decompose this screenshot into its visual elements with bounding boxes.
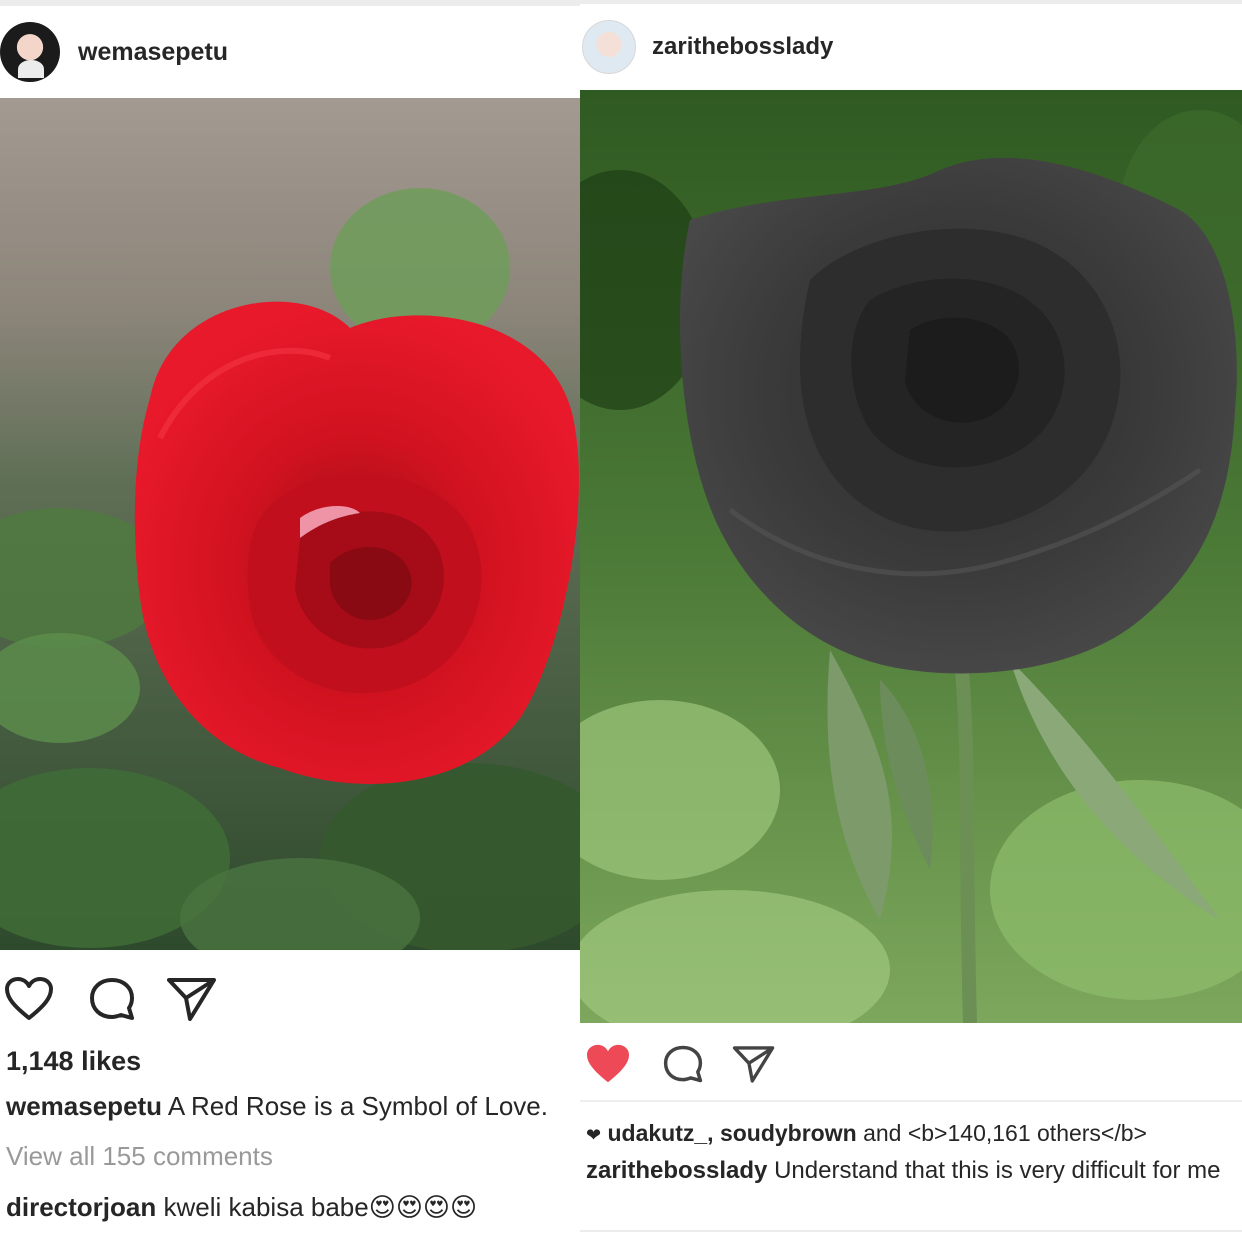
post-header: wemasepetu — [0, 0, 580, 98]
action-bar — [4, 975, 218, 1027]
caption-text: Understand that this is very difficult f… — [774, 1157, 1221, 1184]
liked-by: ❤ udakutz_, soudybrown and <b>140,161 ot… — [586, 1120, 1147, 1147]
view-all-comments-link[interactable]: View all 155 comments — [6, 1141, 273, 1172]
username[interactable]: zarithebosslady — [652, 33, 833, 61]
post-image-red-rose[interactable] — [0, 98, 580, 950]
small-heart-icon: ❤ — [586, 1125, 602, 1145]
caption-text: A Red Rose is a Symbol of Love. — [167, 1091, 548, 1121]
username[interactable]: wemasepetu — [78, 38, 228, 67]
liked-by-others[interactable]: <b>140,161 others</b> — [908, 1120, 1147, 1146]
heart-outline-icon[interactable] — [4, 976, 54, 1027]
share-icon[interactable] — [732, 1044, 776, 1089]
comment-icon[interactable] — [88, 976, 136, 1027]
post-header: zarithebosslady — [580, 0, 1242, 90]
avatar[interactable] — [582, 20, 636, 74]
comment-username[interactable]: directorjoan — [6, 1192, 156, 1222]
divider — [580, 1230, 1242, 1232]
liked-by-and: and — [863, 1120, 902, 1146]
black-rose-photo — [580, 90, 1242, 1023]
caption-username[interactable]: zarithebosslady — [586, 1157, 767, 1184]
caption: zarithebosslady Understand that this is … — [586, 1157, 1221, 1185]
post-right: zarithebosslady ❤ udakutz_, soudybrown a… — [580, 0, 1242, 1245]
comment-text: kweli kabisa babe😍😍😍😍 — [163, 1192, 478, 1222]
comment-icon[interactable] — [662, 1044, 704, 1089]
likes-count[interactable]: 1,148 likes — [6, 1046, 141, 1077]
action-bar — [584, 1042, 776, 1090]
divider — [580, 1100, 1242, 1102]
comment: directorjoan kweli kabisa babe😍😍😍😍 — [6, 1192, 477, 1223]
caption: wemasepetu A Red Rose is a Symbol of Lov… — [6, 1091, 548, 1122]
post-image-black-rose[interactable] — [580, 90, 1242, 1023]
red-rose-photo — [0, 98, 580, 950]
caption-username[interactable]: wemasepetu — [6, 1091, 162, 1121]
share-icon[interactable] — [166, 976, 218, 1027]
liked-by-users[interactable]: udakutz_, soudybrown — [607, 1120, 856, 1146]
avatar[interactable] — [0, 22, 60, 82]
heart-filled-icon[interactable] — [584, 1043, 632, 1090]
post-left: wemasepetu 1,148 likes wemasepetu A Red … — [0, 0, 580, 1245]
